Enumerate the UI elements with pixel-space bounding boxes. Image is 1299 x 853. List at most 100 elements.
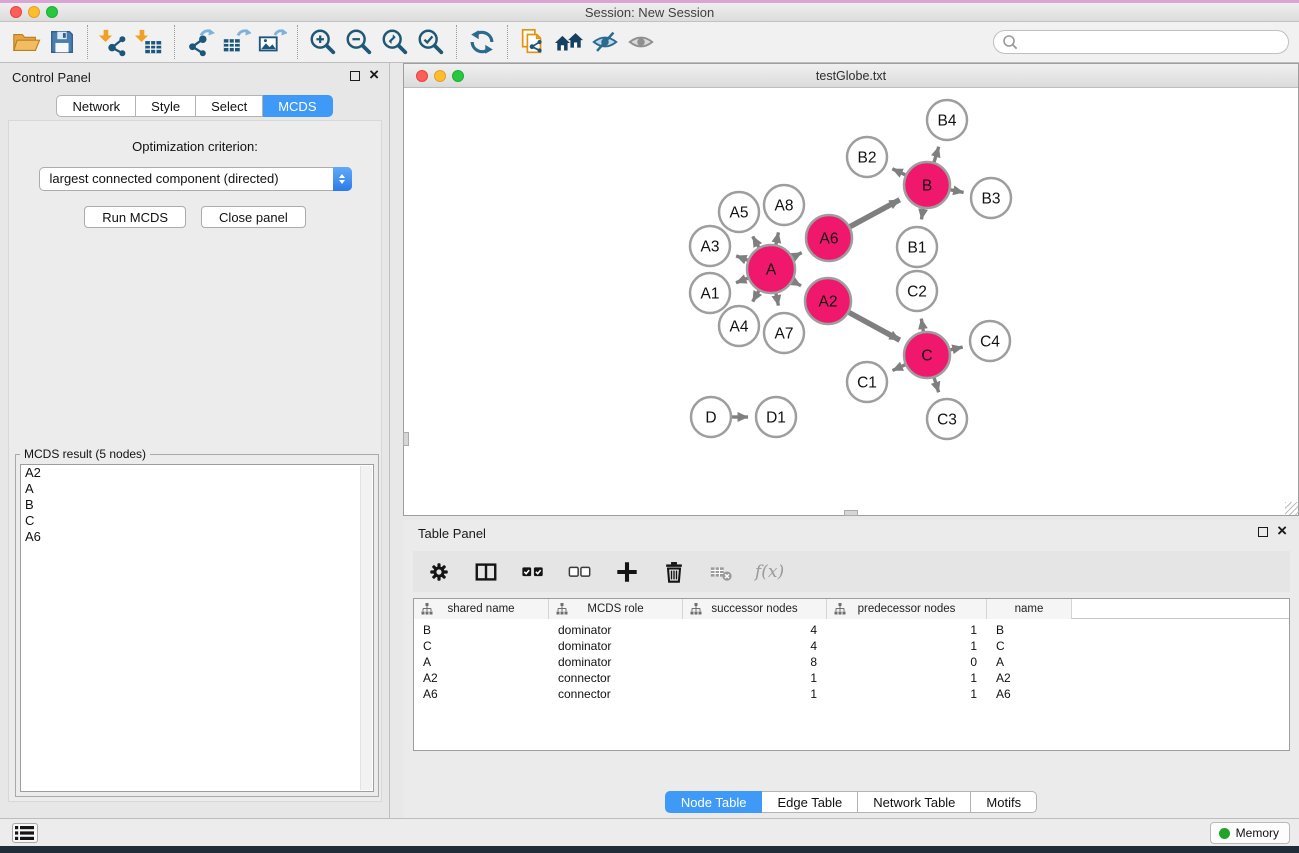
- close-panel-button[interactable]: Close panel: [201, 206, 306, 228]
- column-header-name[interactable]: name: [987, 599, 1072, 619]
- tab-select[interactable]: Select: [196, 95, 263, 117]
- export-table-button[interactable]: [218, 25, 254, 59]
- graph-node-C1[interactable]: C1: [847, 362, 887, 402]
- network-graph[interactable]: B4B2BB3B1A5A8A6A3AA1A2C2A4A7CC4C1C3DD1: [404, 88, 1298, 516]
- window-titlebar[interactable]: Session: New Session: [0, 3, 1299, 22]
- open-session-button[interactable]: [8, 25, 44, 59]
- graph-node-A2[interactable]: A2: [805, 278, 851, 324]
- mcds-result-item-a6[interactable]: A6: [21, 529, 373, 545]
- tab-motifs[interactable]: Motifs: [971, 791, 1037, 813]
- table-settings-button[interactable]: [426, 559, 452, 585]
- select-all-button[interactable]: [520, 559, 546, 585]
- refresh-view-button[interactable]: [464, 25, 500, 59]
- graph-node-B4[interactable]: B4: [927, 100, 967, 140]
- hide-panel-button[interactable]: [587, 25, 623, 59]
- save-session-button[interactable]: [44, 25, 80, 59]
- zoom-fit-button[interactable]: [377, 25, 413, 59]
- column-header-successor-nodes[interactable]: successor nodes: [683, 599, 827, 619]
- zoom-in-button[interactable]: [305, 25, 341, 59]
- float-panel-icon[interactable]: [350, 71, 360, 81]
- graph-edge-A-A2[interactable]: [793, 281, 801, 286]
- graph-edge-C-C1[interactable]: [893, 365, 906, 371]
- tab-mcds[interactable]: MCDS: [263, 95, 332, 117]
- mcds-result-list[interactable]: A2ABCA6: [20, 464, 374, 792]
- graph-node-A1[interactable]: A1: [690, 273, 730, 313]
- delete-column-button[interactable]: [661, 559, 687, 585]
- tab-network-table[interactable]: Network Table: [858, 791, 971, 813]
- column-header-predecessor-nodes[interactable]: predecessor nodes: [827, 599, 987, 619]
- criterion-dropdown[interactable]: largest connected component (directed): [39, 167, 352, 191]
- graph-edge-B-B4[interactable]: [934, 147, 939, 162]
- task-history-button[interactable]: [12, 823, 38, 843]
- clone-network-button[interactable]: [515, 25, 551, 59]
- zoom-selected-button[interactable]: [413, 25, 449, 59]
- function-builder-button[interactable]: f(x): [755, 559, 784, 585]
- bottom-edge-handle[interactable]: [844, 510, 858, 516]
- tab-edge-table[interactable]: Edge Table: [762, 791, 858, 813]
- table-row[interactable]: Adominator80A: [414, 654, 1289, 670]
- table-row[interactable]: A6connector11A6: [414, 686, 1289, 702]
- network-canvas[interactable]: B4B2BB3B1A5A8A6A3AA1A2C2A4A7CC4C1C3DD1: [404, 88, 1298, 515]
- graph-node-C4[interactable]: C4: [970, 321, 1010, 361]
- graph-node-A6[interactable]: A6: [806, 215, 852, 261]
- import-network-button[interactable]: [95, 25, 131, 59]
- resize-grip[interactable]: [1285, 502, 1298, 515]
- mcds-result-item-b[interactable]: B: [21, 497, 373, 513]
- graph-edge-A-A4[interactable]: [753, 291, 759, 302]
- graph-edge-A-A7[interactable]: [776, 293, 778, 305]
- graph-node-A8[interactable]: A8: [764, 185, 804, 225]
- column-header-shared-name[interactable]: shared name: [414, 599, 549, 619]
- zoom-out-button[interactable]: [341, 25, 377, 59]
- mcds-result-item-c[interactable]: C: [21, 513, 373, 529]
- export-network-button[interactable]: [182, 25, 218, 59]
- import-table-button[interactable]: [131, 25, 167, 59]
- graph-edge-C-C4[interactable]: [950, 347, 962, 350]
- table-float-icon[interactable]: [1258, 527, 1268, 537]
- graph-edge-A2-C[interactable]: [849, 312, 900, 340]
- graph-node-D[interactable]: D: [691, 397, 731, 437]
- graph-edge-C-C3[interactable]: [934, 378, 938, 392]
- graph-node-B2[interactable]: B2: [847, 137, 887, 177]
- show-columns-button[interactable]: [473, 559, 499, 585]
- graph-node-A5[interactable]: A5: [719, 192, 759, 232]
- delete-table-button[interactable]: [708, 559, 734, 585]
- tab-network[interactable]: Network: [56, 95, 136, 117]
- left-edge-handle[interactable]: [403, 432, 409, 446]
- graph-edge-A-A5[interactable]: [753, 236, 759, 247]
- graph-edge-B-B2[interactable]: [892, 169, 905, 175]
- graph-node-B[interactable]: B: [904, 162, 950, 208]
- graph-edge-B-B1[interactable]: [921, 209, 923, 220]
- run-mcds-button[interactable]: Run MCDS: [84, 206, 186, 228]
- tab-node-table[interactable]: Node Table: [665, 791, 763, 813]
- graph-node-C3[interactable]: C3: [927, 399, 967, 439]
- export-image-button[interactable]: [254, 25, 290, 59]
- graph-node-C2[interactable]: C2: [897, 271, 937, 311]
- tab-style[interactable]: Style: [136, 95, 196, 117]
- show-all-networks-button[interactable]: [551, 25, 587, 59]
- graph-edge-A-A1[interactable]: [736, 278, 748, 283]
- column-header-mcds-role[interactable]: MCDS role: [549, 599, 683, 619]
- graph-edge-B-B3[interactable]: [951, 190, 964, 193]
- graph-edge-A6-B[interactable]: [850, 200, 900, 227]
- mcds-result-item-a[interactable]: A: [21, 481, 373, 497]
- search-input[interactable]: [1019, 32, 1288, 52]
- graph-node-C[interactable]: C: [904, 332, 950, 378]
- mcds-result-item-a2[interactable]: A2: [21, 465, 373, 481]
- graph-edge-A-A3[interactable]: [736, 256, 747, 260]
- graph-edge-C-C2[interactable]: [921, 319, 923, 332]
- close-panel-icon[interactable]: ×: [369, 65, 379, 85]
- graph-node-A[interactable]: A: [747, 245, 795, 293]
- table-row[interactable]: Cdominator41C: [414, 638, 1289, 654]
- graph-node-A3[interactable]: A3: [690, 226, 730, 266]
- show-panel-button[interactable]: [623, 25, 659, 59]
- graph-edge-A-A8[interactable]: [776, 232, 778, 244]
- table-row[interactable]: Bdominator41B: [414, 622, 1289, 638]
- graph-node-A4[interactable]: A4: [719, 306, 759, 346]
- graph-node-B1[interactable]: B1: [897, 227, 937, 267]
- table-row[interactable]: A2connector11A2: [414, 670, 1289, 686]
- graph-node-D1[interactable]: D1: [756, 397, 796, 437]
- search-field[interactable]: [993, 30, 1289, 54]
- result-scrollbar[interactable]: [360, 466, 372, 790]
- memory-button[interactable]: Memory: [1210, 822, 1290, 844]
- graph-node-B3[interactable]: B3: [971, 178, 1011, 218]
